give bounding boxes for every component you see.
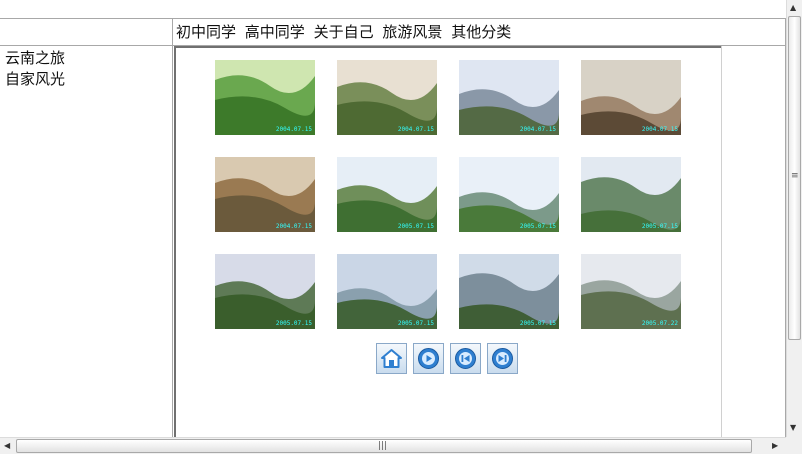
scroll-down-arrow-icon[interactable]: ▼ (790, 423, 796, 433)
album-sidebar: 云南之旅 自家风光 (5, 48, 65, 90)
previous-icon (455, 348, 476, 369)
scroll-right-arrow-icon[interactable]: ▶ (772, 441, 778, 451)
photo-thumbnail[interactable]: 2005.07.15 (337, 254, 437, 329)
horizontal-scroll-thumb[interactable]: ||| (16, 439, 752, 453)
photo-image (215, 157, 315, 232)
photo-date-stamp: 2004.07.15 (275, 126, 312, 133)
photo-date-stamp: 2005.07.15 (275, 320, 312, 327)
table-top-border (0, 18, 786, 19)
photo-image (337, 60, 437, 135)
photo-date-stamp: 2004.07.15 (275, 223, 312, 230)
play-icon (418, 348, 439, 369)
photo-date-stamp: 2004.07.15 (397, 126, 434, 133)
scrollbar-corner (786, 437, 802, 454)
photo-image (581, 254, 681, 329)
photo-image (581, 60, 681, 135)
photo-date-stamp: 2004.07.15 (641, 126, 678, 133)
photo-thumbnail[interactable]: 2005.07.15 (459, 157, 559, 232)
photo-image (459, 157, 559, 232)
photo-image (459, 254, 559, 329)
vertical-scroll-thumb[interactable]: ≡ (788, 16, 801, 340)
scroll-left-arrow-icon[interactable]: ◀ (4, 441, 10, 451)
photo-date-stamp: 2005.07.15 (397, 223, 434, 230)
grip-icon: ≡ (791, 171, 799, 181)
next-button[interactable] (487, 343, 518, 374)
sidebar-item-home-scenery[interactable]: 自家风光 (5, 69, 65, 90)
photo-date-stamp: 2005.07.15 (641, 223, 678, 230)
nav-link-other[interactable]: 其他分类 (451, 23, 511, 41)
table-column-divider (172, 18, 173, 437)
page: 初中同学 高中同学 关于自己 旅游风景 其他分类 云南之旅 自家风光 2004.… (0, 0, 786, 438)
photo-date-stamp: 2005.07.15 (519, 223, 556, 230)
scroll-up-arrow-icon[interactable]: ▲ (790, 3, 796, 13)
photo-thumbnail[interactable]: 2004.07.15 (337, 60, 437, 135)
previous-button[interactable] (450, 343, 481, 374)
photo-thumbnail[interactable]: 2005.07.15 (459, 254, 559, 329)
photo-image (215, 60, 315, 135)
photo-date-stamp: 2005.07.15 (519, 320, 556, 327)
photo-image (337, 157, 437, 232)
photo-thumbnail[interactable]: 2004.07.15 (459, 60, 559, 135)
photo-image (337, 254, 437, 329)
gallery-right-edge (721, 46, 722, 438)
photo-date-stamp: 2005.07.22 (641, 320, 678, 327)
photo-date-stamp: 2004.07.15 (519, 126, 556, 133)
photo-thumbnail[interactable]: 2005.07.15 (581, 157, 681, 232)
photo-image (215, 254, 315, 329)
photo-thumbnail[interactable]: 2004.07.15 (215, 60, 315, 135)
photo-thumbnail[interactable]: 2004.07.15 (581, 60, 681, 135)
photo-date-stamp: 2005.07.15 (397, 320, 434, 327)
play-button[interactable] (413, 343, 444, 374)
photo-thumbnail[interactable]: 2005.07.15 (337, 157, 437, 232)
nav-link-about-me[interactable]: 关于自己 (314, 23, 374, 41)
next-icon (492, 348, 513, 369)
horizontal-scrollbar[interactable]: ◀ ||| ▶ (0, 437, 786, 454)
sidebar-item-yunnan-trip[interactable]: 云南之旅 (5, 48, 65, 69)
grip-icon: ||| (378, 441, 388, 451)
photo-image (459, 60, 559, 135)
nav-link-junior-classmates[interactable]: 初中同学 (176, 23, 236, 41)
photo-image (581, 157, 681, 232)
category-nav: 初中同学 高中同学 关于自己 旅游风景 其他分类 (176, 20, 515, 44)
nav-link-senior-classmates[interactable]: 高中同学 (245, 23, 305, 41)
photo-thumbnail[interactable]: 2004.07.15 (215, 157, 315, 232)
photo-thumbnail[interactable]: 2005.07.22 (581, 254, 681, 329)
nav-link-travel-scenery[interactable]: 旅游风景 (382, 23, 442, 41)
home-icon (381, 349, 402, 368)
home-button[interactable] (376, 343, 407, 374)
photo-thumbnail[interactable]: 2005.07.15 (215, 254, 315, 329)
vertical-scrollbar[interactable]: ▲ ≡ ▼ (786, 0, 802, 437)
